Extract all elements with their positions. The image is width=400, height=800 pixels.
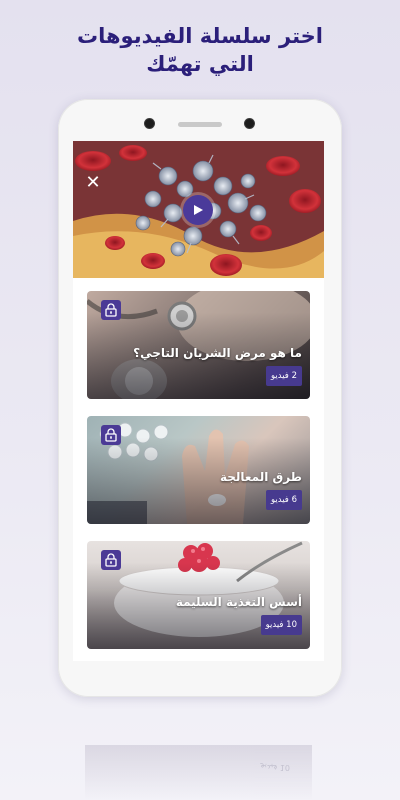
headline-line-1: اختر سلسلة الفيديوهات [77,24,323,48]
reflection-badge: 10 فيديو [260,763,290,772]
lock-icon [105,553,117,567]
lock-badge [101,550,121,570]
card-title: طرق المعالجة [219,470,302,484]
video-series-card[interactable]: طرق المعالجة 6 فيديو [87,416,310,524]
lock-badge [101,300,121,320]
lock-badge [101,425,121,445]
card-reflection: 10 فيديو [85,745,312,800]
lock-icon [105,303,117,317]
video-series-card[interactable]: ما هو مرض الشريان التاجي؟ 2 فيديو [87,291,310,399]
close-button[interactable]: ✕ [81,171,105,195]
hero-video[interactable]: ✕ [73,141,324,278]
speaker-grille [178,122,222,127]
video-series-card[interactable]: أسس التغذية السليمة 10 فيديو [87,541,310,649]
video-count-badge: 6 فيديو [266,490,302,510]
sensor-icon [245,119,254,128]
video-count-badge: 10 فيديو [260,615,302,635]
play-icon [194,205,203,215]
lock-icon [105,428,117,442]
video-count-badge: 2 فيديو [266,366,302,386]
app-screen: ✕ ما هو مرض الشريان التاجي؟ 2 فيديو طرق … [73,141,324,661]
headline-line-2: التي تهمّك [146,52,254,76]
page-headline: اختر سلسلة الفيديوهات التي تهمّك [0,22,400,78]
play-button[interactable] [183,195,213,225]
card-title: أسس التغذية السليمة [175,595,302,609]
front-camera-icon [145,119,154,128]
card-title: ما هو مرض الشريان التاجي؟ [133,346,302,360]
